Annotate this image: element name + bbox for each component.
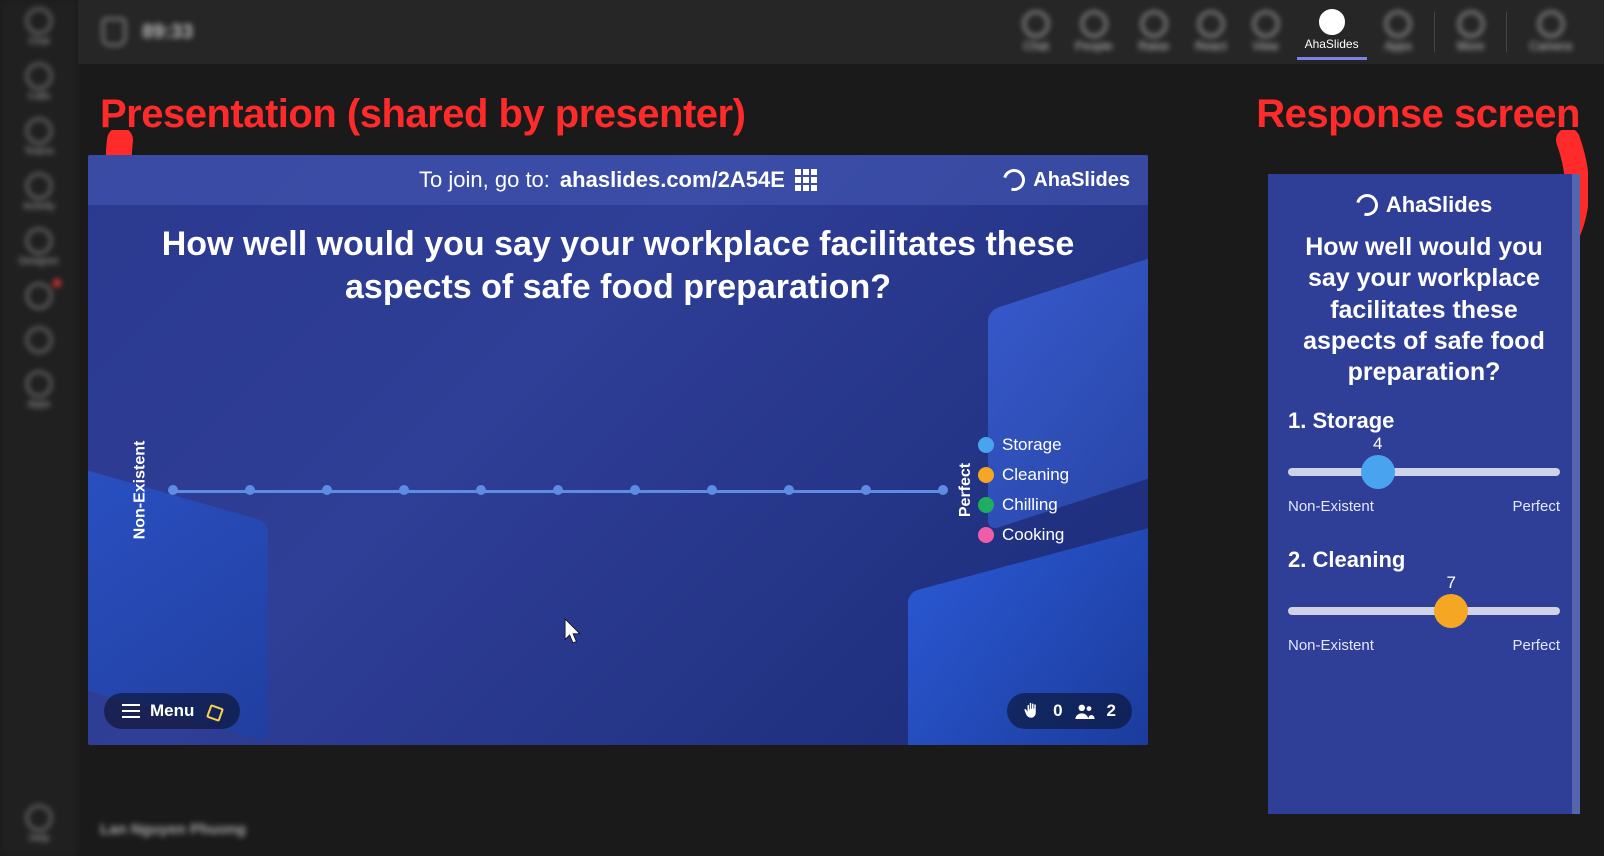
chart-plot [152, 345, 954, 635]
legend-item: Storage [978, 435, 1108, 455]
menu-label: Menu [150, 701, 194, 721]
tb-camera[interactable]: Camera [1521, 7, 1580, 57]
legend-dot-icon [978, 437, 994, 453]
ahaslides-icon [1319, 9, 1345, 35]
legend-label: Cooking [1002, 525, 1064, 545]
axis-label-left: Non-Existent [128, 345, 152, 635]
rail-item[interactable]: Teams [13, 118, 65, 157]
rail-help[interactable]: Help [13, 805, 65, 844]
response-slider[interactable]: 4 [1288, 452, 1560, 492]
chart-tick [168, 485, 178, 495]
tb-ahaslides[interactable]: AhaSlides [1297, 5, 1367, 60]
annotation-response-label: Response screen [1256, 92, 1580, 137]
tb-chat[interactable]: Chat [1015, 7, 1057, 57]
rail-item[interactable]: Apps [13, 371, 65, 410]
meeting-duration: 89:33 [142, 21, 193, 44]
rail-item[interactable] [13, 283, 65, 311]
response-item-label: 1. Storage [1288, 408, 1560, 434]
response-item: 1. Storage 4 Non-Existent Perfect [1268, 398, 1580, 537]
people-count: 2 [1107, 701, 1116, 721]
response-slider[interactable]: 7 [1288, 591, 1560, 631]
app-left-rail: Chat Calls Teams Activity Designer Apps … [0, 0, 78, 856]
legend-item: Cooking [978, 525, 1108, 545]
legend-label: Chilling [1002, 495, 1058, 515]
menu-button[interactable]: Menu [104, 693, 240, 729]
participant-counts: 0 2 [1007, 693, 1132, 729]
meeting-top-bar: 89:33 Chat People Raise React View AhaSl… [78, 0, 1604, 64]
chart-tick [399, 485, 409, 495]
presentation-panel: To join, go to: ahaslides.com/2A54E AhaS… [88, 155, 1148, 745]
rail-item[interactable]: Activity [13, 173, 65, 212]
chart-tick [861, 485, 871, 495]
ahaslides-logo-icon [1352, 190, 1382, 220]
scale-left: Non-Existent [1288, 498, 1374, 515]
join-bar: To join, go to: ahaslides.com/2A54E AhaS… [88, 155, 1148, 205]
chart-tick [476, 485, 486, 495]
qr-icon [795, 169, 817, 191]
rail-item[interactable] [13, 327, 65, 355]
response-brand: AhaSlides [1268, 174, 1580, 226]
chart-tick [553, 485, 563, 495]
legend-item: Cleaning [978, 465, 1108, 485]
chart-tick [322, 485, 332, 495]
slider-thumb[interactable] [1361, 455, 1395, 489]
response-item-label: 2. Cleaning [1288, 547, 1560, 573]
tb-view[interactable]: View [1245, 7, 1287, 57]
tb-apps[interactable]: Apps [1377, 7, 1420, 57]
chart-tick [707, 485, 717, 495]
rail-item[interactable]: Designer [13, 228, 65, 267]
legend-dot-icon [978, 497, 994, 513]
axis-label-right: Perfect [954, 345, 978, 635]
scale-left: Non-Existent [1288, 637, 1374, 654]
chart-tick [630, 485, 640, 495]
tb-people[interactable]: People [1067, 7, 1120, 57]
response-scrollbar[interactable] [1572, 174, 1580, 814]
rail-item[interactable]: Calls [13, 63, 65, 102]
join-prefix: To join, go to: [419, 167, 550, 193]
rail-item[interactable]: Chat [13, 8, 65, 47]
brand-top: AhaSlides [1003, 155, 1130, 205]
ahaslides-logo-icon [999, 165, 1029, 195]
people-icon [1075, 703, 1095, 719]
hamburger-icon [122, 704, 140, 718]
legend-item: Chilling [978, 495, 1108, 515]
chart-legend: Storage Cleaning Chilling Cooking [978, 345, 1108, 635]
response-item: 2. Cleaning 7 Non-Existent Perfect [1268, 537, 1580, 676]
presentation-question: How well would you say your workplace fa… [88, 205, 1148, 308]
chart-area: Non-Existent Perfect Storage Cleaning Chil… [128, 345, 1108, 635]
raised-hand-icon [1023, 702, 1041, 720]
slider-track [1288, 607, 1560, 615]
legend-dot-icon [978, 467, 994, 483]
response-panel: AhaSlides How well would you say your wo… [1268, 174, 1580, 814]
response-items: 1. Storage 4 Non-Existent Perfect 2. Cle… [1268, 398, 1580, 676]
scale-right: Perfect [1512, 498, 1560, 515]
slider-thumb[interactable] [1434, 594, 1468, 628]
confetti-icon [204, 702, 222, 720]
legend-label: Cleaning [1002, 465, 1069, 485]
annotation-presentation-label: Presentation (shared by presenter) [100, 92, 745, 137]
legend-dot-icon [978, 527, 994, 543]
slider-value: 7 [1446, 573, 1455, 593]
cursor-icon [564, 618, 582, 642]
tb-react[interactable]: React [1187, 7, 1234, 57]
tb-raise[interactable]: Raise [1131, 7, 1178, 57]
legend-label: Storage [1002, 435, 1062, 455]
chart-tick [245, 485, 255, 495]
chart-tick [784, 485, 794, 495]
slider-value: 4 [1373, 434, 1382, 454]
chart-tick [938, 485, 948, 495]
hand-count: 0 [1053, 701, 1062, 721]
join-url: ahaslides.com/2A54E [560, 167, 785, 193]
tb-more[interactable]: More [1449, 7, 1492, 57]
scale-right: Perfect [1512, 637, 1560, 654]
slider-track [1288, 468, 1560, 476]
response-question: How well would you say your workplace fa… [1268, 226, 1580, 398]
participant-name: Lan Nguyen Phuong [100, 821, 246, 838]
shield-icon [102, 18, 126, 46]
